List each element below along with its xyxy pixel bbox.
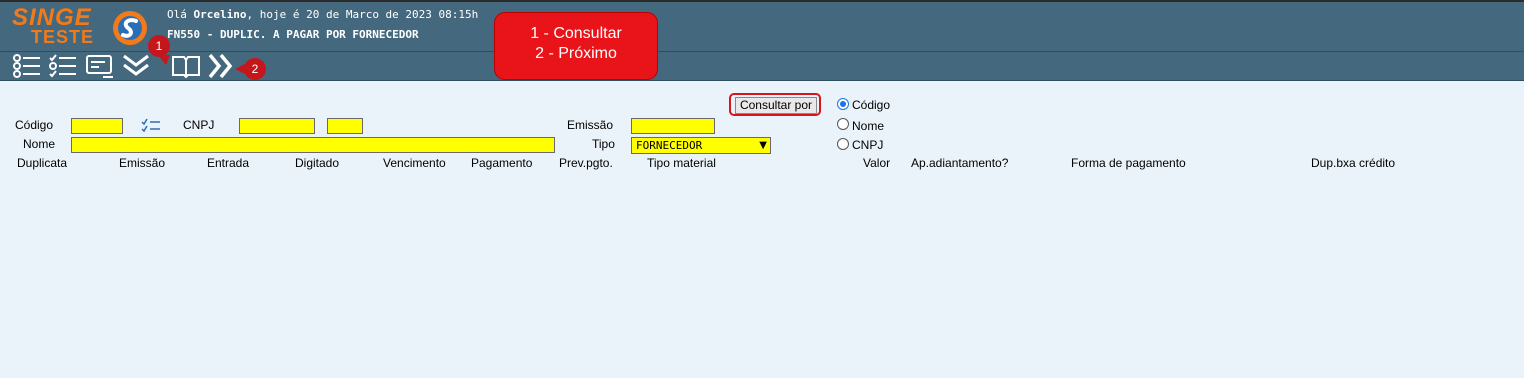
checklist-search-icon[interactable] [141, 118, 161, 134]
step-badge-2: 2 [244, 58, 266, 80]
emissao-input[interactable] [631, 118, 715, 134]
col-header-forma-pagamento: Forma de pagamento [1071, 156, 1186, 170]
col-header-ap-adiantamento: Ap.adiantamento? [911, 156, 1009, 170]
radio-nome[interactable] [837, 118, 849, 130]
col-header-entrada: Entrada [207, 156, 250, 170]
radio-codigo-label: Código [852, 98, 891, 112]
user-name: Orcelino [193, 8, 247, 21]
nome-label: Nome [23, 137, 56, 151]
col-header-emissao: Emissão [119, 156, 166, 170]
tipo-select-value: FORNECEDOR [636, 139, 703, 152]
list-icon[interactable] [12, 53, 42, 79]
cnpj-input[interactable] [239, 118, 315, 134]
radio-codigo[interactable] [837, 98, 849, 110]
col-header-vencimento: Vencimento [383, 156, 446, 170]
radio-nome-label: Nome [852, 119, 885, 133]
greeting: Olá Orcelino, hoje é 20 de Marco de 2023… [167, 8, 479, 21]
book-icon[interactable] [171, 53, 201, 79]
callout-line-2: 2 - Próximo [535, 45, 617, 62]
col-header-duplicata: Duplicata [17, 156, 68, 170]
col-header-dup-bxa-credito: Dup.bxa crédito [1311, 156, 1396, 170]
consultar-por-highlight: Consultar por [729, 93, 821, 116]
cnpj-suffix-input[interactable] [327, 118, 363, 134]
tipo-label: Tipo [592, 137, 615, 151]
col-header-pagamento: Pagamento [471, 156, 533, 170]
consultar-por-button[interactable]: Consultar por [735, 97, 817, 114]
logo-icon [113, 11, 147, 45]
double-chevron-down-icon[interactable] [121, 53, 151, 79]
tipo-select[interactable]: FORNECEDOR ▼ [631, 137, 771, 154]
module-title: FN550 - DUPLIC. A PAGAR POR FORNECEDOR [167, 28, 419, 41]
codigo-input[interactable] [71, 118, 123, 134]
callout-line-1: 1 - Consultar [530, 25, 622, 42]
nome-input[interactable] [71, 137, 555, 153]
badge-pointer [158, 55, 170, 65]
radio-cnpj-label: CNPJ [852, 138, 884, 152]
col-header-tipo-material: Tipo material [647, 156, 716, 170]
codigo-label: Código [15, 118, 54, 132]
radio-cnpj[interactable] [837, 138, 849, 150]
double-chevron-right-icon[interactable] [207, 53, 235, 79]
card-icon[interactable] [85, 53, 115, 79]
badge-pointer [235, 64, 245, 74]
chevron-down-icon: ▼ [759, 140, 767, 151]
checklist-icon[interactable] [48, 53, 78, 79]
cnpj-label: CNPJ [183, 118, 215, 132]
instruction-callout: 1 - Consultar 2 - Próximo [495, 13, 657, 79]
step-badge-1: 1 [148, 35, 170, 57]
col-header-digitado: Digitado [295, 156, 340, 170]
logo-subtext: TESTE [31, 27, 95, 47]
col-header-valor: Valor [863, 156, 891, 170]
col-header-prev-pgto: Prev.pgto. [559, 156, 613, 170]
emissao-label: Emissão [567, 118, 614, 132]
